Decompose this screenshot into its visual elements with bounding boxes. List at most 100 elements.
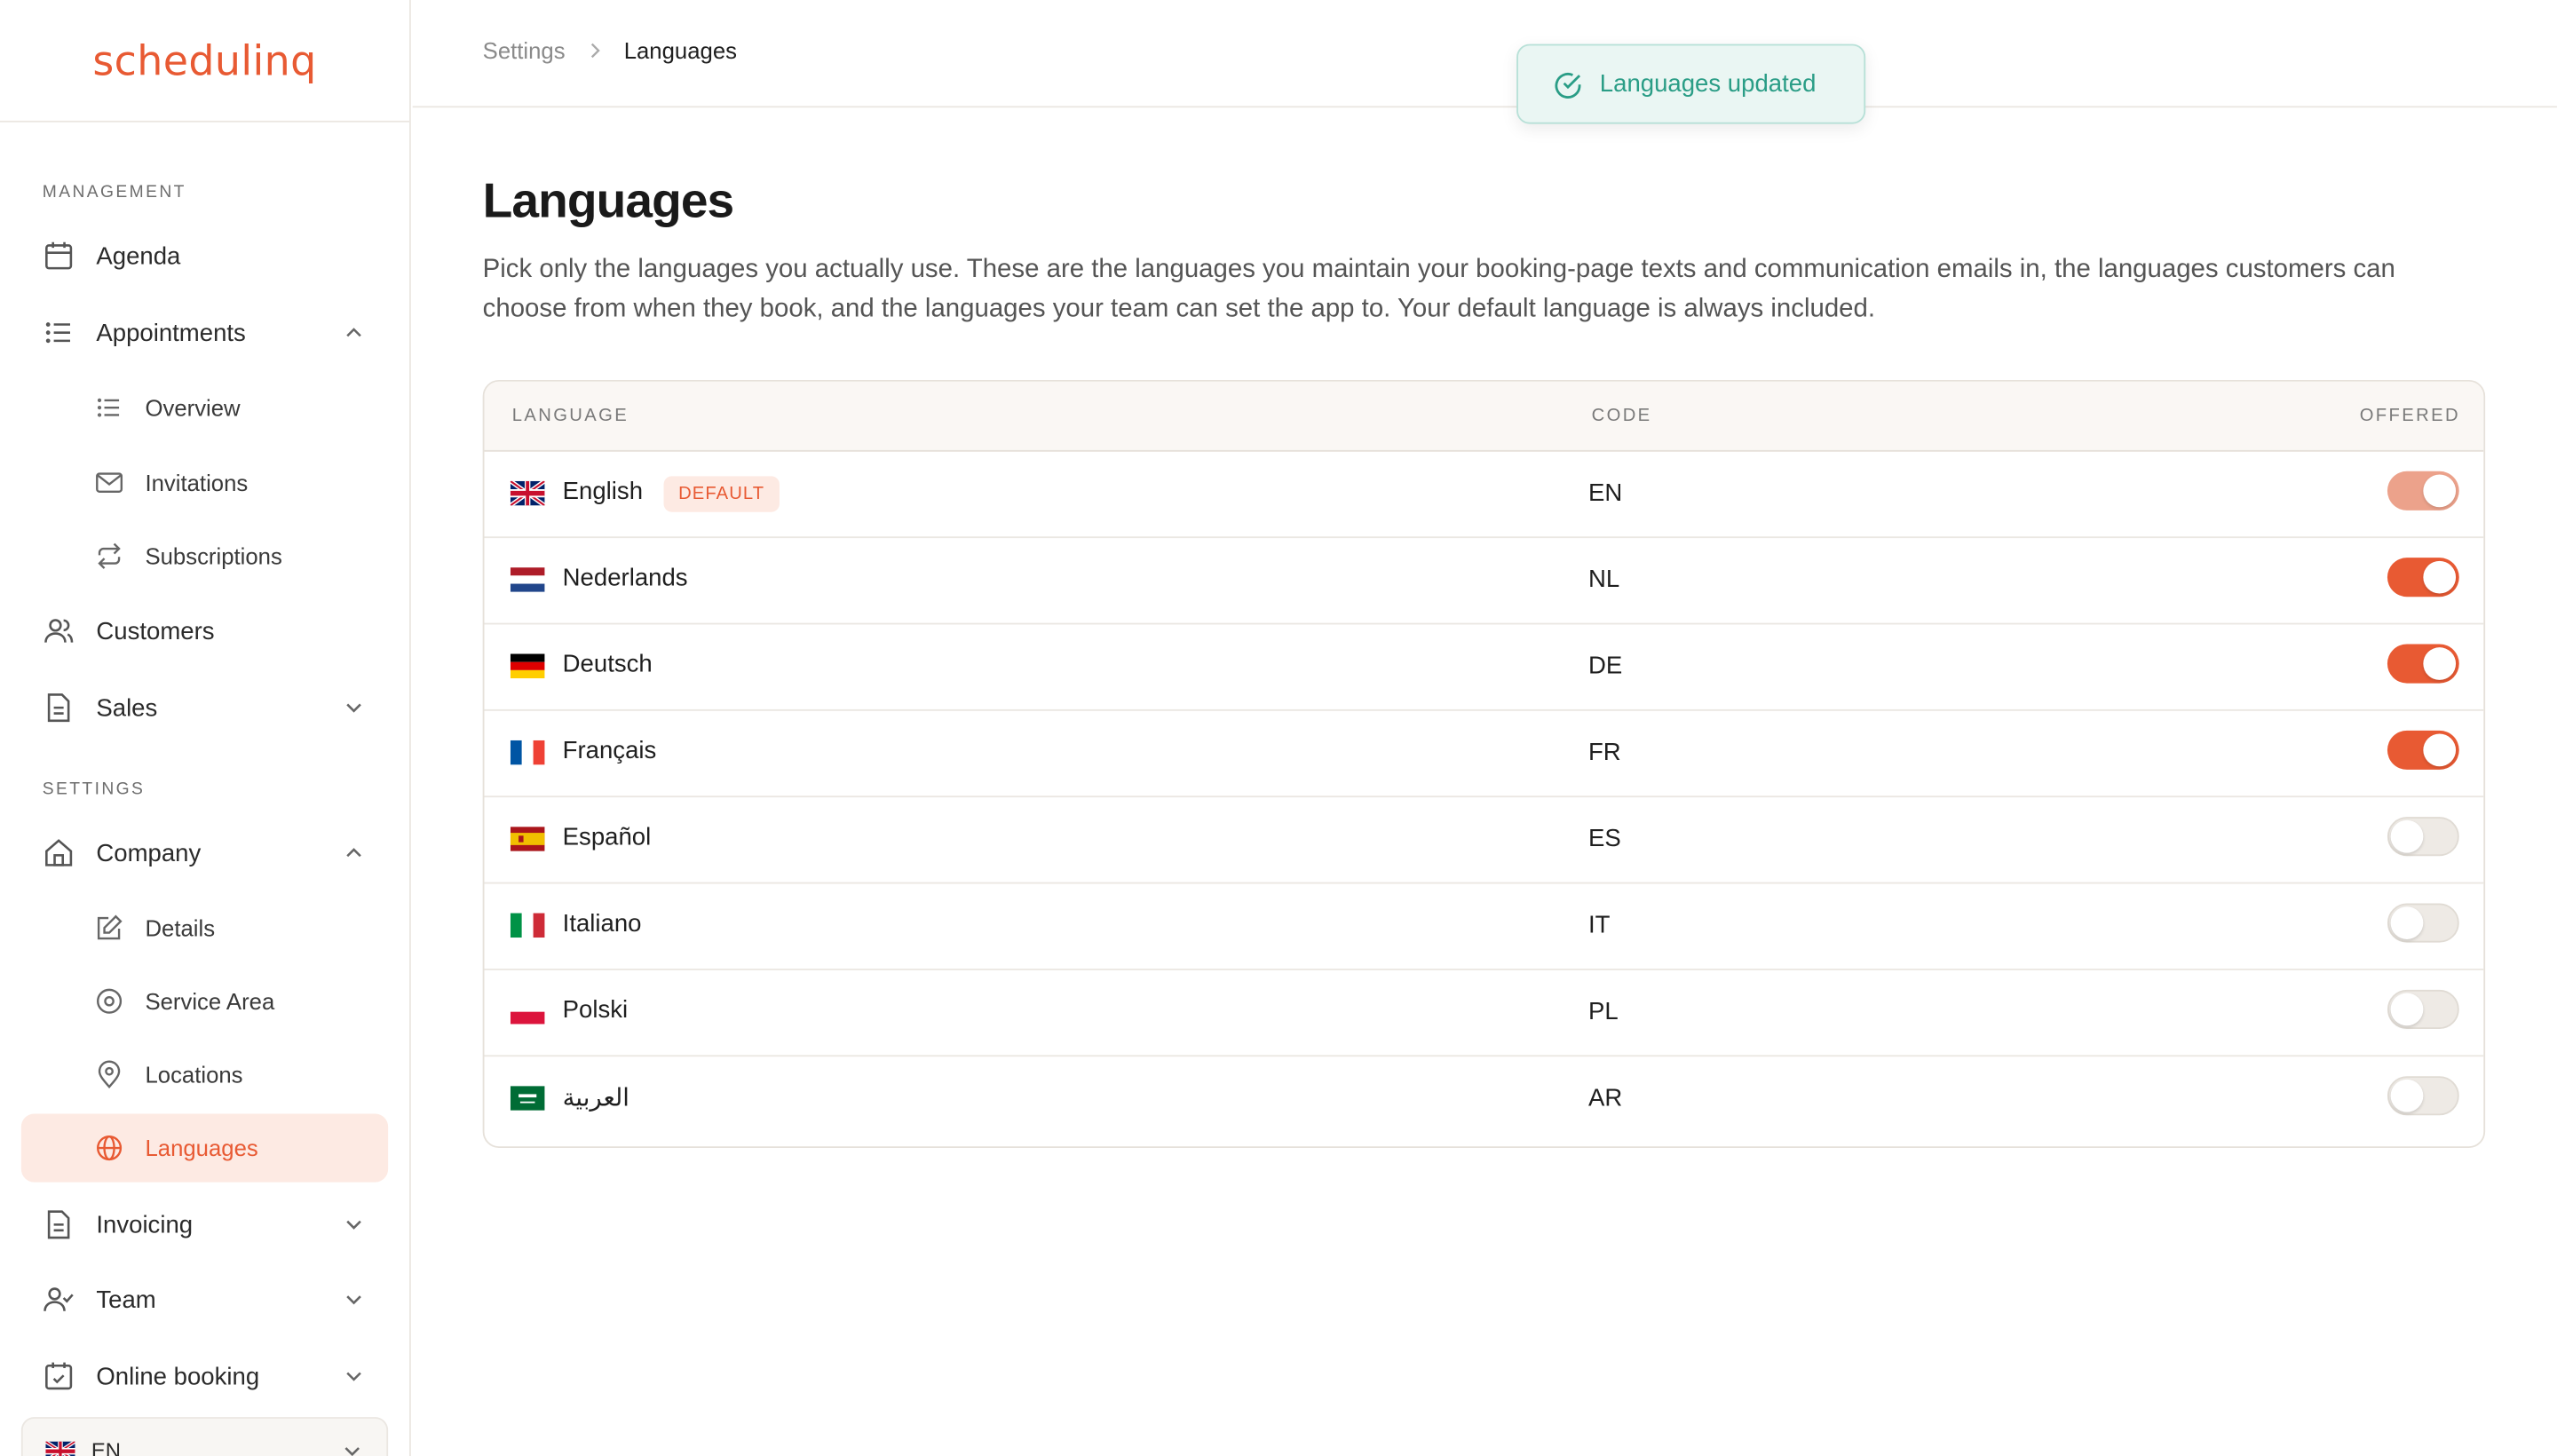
section-label-management: MANAGEMENT bbox=[42, 182, 186, 202]
repeat-icon bbox=[98, 542, 121, 569]
language-code: EN bbox=[1587, 479, 1623, 508]
breadcrumb: Settings Languages bbox=[483, 37, 737, 63]
page-title: Languages bbox=[482, 174, 735, 229]
sidebar-item-service-area[interactable]: Service Area bbox=[21, 967, 388, 1035]
offered-toggle-it[interactable] bbox=[2387, 903, 2459, 943]
language-name: العربية bbox=[562, 1084, 629, 1112]
chevron-up-icon bbox=[346, 328, 361, 337]
sidebar-item-subscriptions[interactable]: Subscriptions bbox=[21, 522, 388, 590]
sidebar: schedulinq MANAGEMENT Agenda Appointment… bbox=[0, 0, 411, 1456]
column-header-offered: OFFERED bbox=[2359, 406, 2460, 426]
table-row: العربية AR bbox=[484, 1056, 2483, 1143]
map-pin-icon bbox=[98, 1060, 121, 1088]
logo-area: schedulinq bbox=[0, 0, 410, 123]
table-row: Polski PL bbox=[484, 970, 2484, 1057]
language-selector[interactable]: EN bbox=[20, 1417, 389, 1456]
chevron-right-icon bbox=[590, 43, 600, 59]
it-flag-icon bbox=[510, 913, 545, 938]
toggle-knob bbox=[2390, 1079, 2424, 1112]
language-code: IT bbox=[1587, 911, 1611, 939]
language-code: FR bbox=[1587, 739, 1621, 767]
main-content: Settings Languages Languages updated Lan… bbox=[412, 0, 2557, 1456]
logo[interactable]: schedulinq bbox=[92, 36, 316, 83]
toggle-knob bbox=[2423, 560, 2457, 594]
language-name: Deutsch bbox=[562, 650, 653, 679]
default-badge: DEFAULT bbox=[663, 476, 780, 512]
sidebar-item-label: Service Area bbox=[145, 988, 275, 1015]
pl-flag-icon bbox=[510, 999, 545, 1025]
language-name: Italiano bbox=[562, 909, 642, 938]
sidebar-item-label: Team bbox=[96, 1286, 156, 1314]
sidebar-item-label: Invoicing bbox=[96, 1210, 194, 1238]
uk-flag-icon bbox=[45, 1441, 75, 1456]
fr-flag-icon bbox=[510, 740, 545, 765]
sidebar-item-label: Agenda bbox=[96, 241, 181, 270]
breadcrumb-current: Languages bbox=[623, 37, 737, 64]
chevron-down-icon bbox=[346, 703, 361, 713]
sidebar-item-label: Overview bbox=[145, 394, 241, 421]
offered-toggle-ar[interactable] bbox=[2387, 1076, 2459, 1116]
sidebar-item-locations[interactable]: Locations bbox=[21, 1041, 388, 1109]
sidebar-item-label: Languages bbox=[145, 1135, 258, 1161]
language-name: English bbox=[562, 478, 644, 506]
chevron-up-icon bbox=[346, 848, 361, 858]
languages-table: LANGUAGE CODE OFFERED English DEFAULT EN… bbox=[482, 379, 2486, 1149]
sidebar-item-languages[interactable]: Languages bbox=[20, 1113, 389, 1183]
uk-flag-icon bbox=[510, 480, 545, 506]
chevron-down-icon bbox=[344, 1447, 360, 1456]
offered-toggle-es[interactable] bbox=[2387, 817, 2459, 857]
list-icon bbox=[97, 398, 120, 417]
sidebar-item-label: Subscriptions bbox=[145, 542, 282, 570]
offered-toggle-pl[interactable] bbox=[2387, 989, 2459, 1029]
sidebar-item-customers[interactable]: Customers bbox=[21, 597, 388, 665]
toggle-knob bbox=[2390, 906, 2424, 939]
home-icon bbox=[45, 839, 73, 866]
sidebar-item-label: Details bbox=[145, 914, 216, 941]
sidebar-item-sales[interactable]: Sales bbox=[21, 674, 388, 742]
page-description: Pick only the languages you actually use… bbox=[482, 256, 2395, 323]
table-row: Deutsch DE bbox=[484, 624, 2484, 711]
calendar-icon bbox=[45, 241, 73, 270]
sidebar-item-overview[interactable]: Overview bbox=[21, 374, 388, 442]
column-header-language: LANGUAGE bbox=[511, 406, 629, 426]
sidebar-item-details[interactable]: Details bbox=[21, 894, 388, 962]
sidebar-item-agenda[interactable]: Agenda bbox=[21, 222, 388, 290]
target-icon bbox=[97, 988, 123, 1014]
language-code: DE bbox=[1587, 652, 1623, 680]
sidebar-item-appointments[interactable]: Appointments bbox=[21, 298, 388, 367]
offered-toggle-de[interactable] bbox=[2387, 644, 2459, 684]
language-selector-label: EN bbox=[91, 1437, 122, 1456]
offered-toggle-fr[interactable] bbox=[2387, 730, 2459, 770]
language-code: ES bbox=[1587, 825, 1621, 853]
toggle-knob bbox=[2423, 647, 2457, 680]
table-row: Français FR bbox=[484, 711, 2484, 798]
table-row: Nederlands NL bbox=[484, 538, 2484, 625]
sidebar-item-label: Company bbox=[96, 838, 202, 867]
toggle-knob bbox=[2390, 819, 2424, 853]
nl-flag-icon bbox=[510, 567, 545, 592]
chevron-down-icon bbox=[346, 1372, 361, 1381]
sidebar-item-invoicing[interactable]: Invoicing bbox=[21, 1191, 388, 1259]
document-icon bbox=[47, 693, 70, 723]
breadcrumb-settings-link[interactable]: Settings bbox=[483, 37, 566, 63]
sidebar-item-team[interactable]: Team bbox=[21, 1265, 388, 1333]
language-code: AR bbox=[1587, 1084, 1623, 1112]
offered-toggle-en[interactable] bbox=[2387, 471, 2459, 510]
sidebar-item-company[interactable]: Company bbox=[21, 819, 388, 887]
success-toast: Languages updated bbox=[1516, 44, 1866, 124]
document-icon bbox=[47, 1210, 70, 1239]
sidebar-item-invitations[interactable]: Invitations bbox=[21, 448, 388, 517]
language-name: Español bbox=[562, 823, 652, 851]
sidebar-item-online-booking[interactable]: Online booking bbox=[21, 1342, 388, 1411]
de-flag-icon bbox=[510, 653, 545, 679]
table-header: LANGUAGE CODE OFFERED bbox=[484, 381, 2484, 452]
calendar-check-icon bbox=[45, 1362, 73, 1390]
sidebar-item-label: Invitations bbox=[145, 469, 249, 496]
envelope-icon bbox=[96, 472, 123, 493]
check-circle-icon bbox=[1555, 73, 1581, 99]
topbar: Settings Languages bbox=[412, 0, 2557, 108]
toast-message: Languages updated bbox=[1599, 69, 1817, 99]
offered-toggle-nl[interactable] bbox=[2387, 558, 2459, 597]
toggle-knob bbox=[2390, 993, 2424, 1026]
language-name: Français bbox=[562, 737, 657, 765]
